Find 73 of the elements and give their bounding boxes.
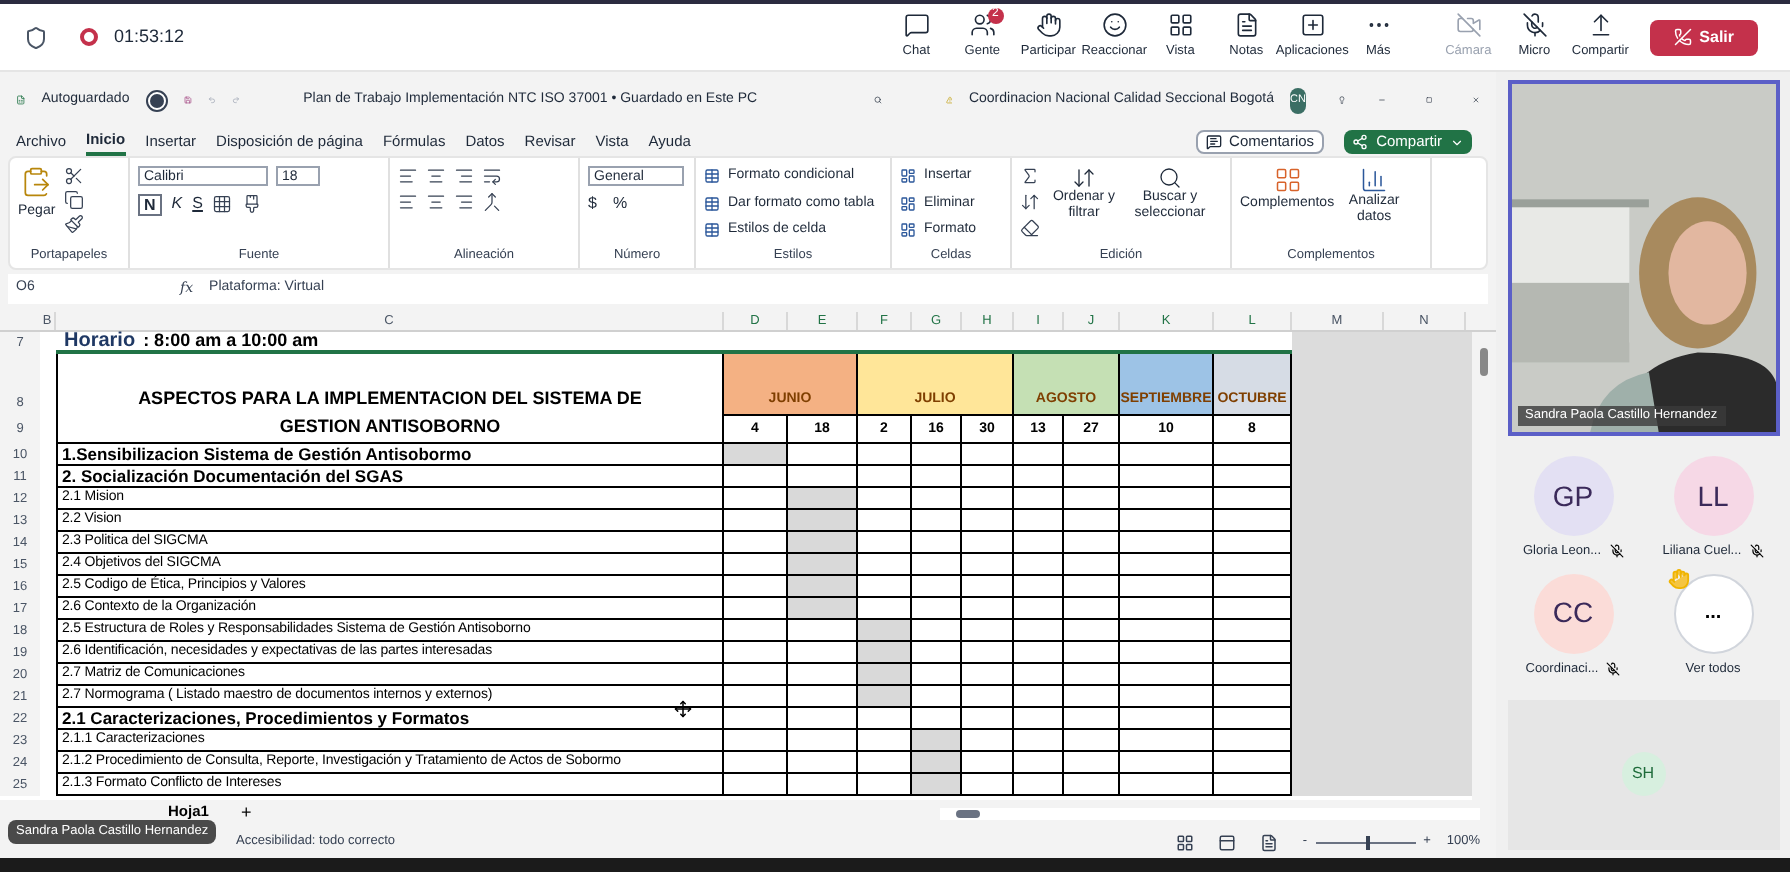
share-screen-icon — [1587, 12, 1614, 39]
participant-avatar[interactable]: GP — [1533, 456, 1613, 536]
sum-icon[interactable] — [1020, 166, 1040, 186]
comment-icon — [1205, 134, 1222, 150]
merge-icon[interactable] — [482, 192, 502, 212]
cells-icon — [900, 168, 916, 185]
restore-icon[interactable] — [1425, 92, 1432, 108]
participant-avatar[interactable]: LL — [1673, 456, 1753, 536]
notes-icon — [1233, 12, 1260, 39]
align-icon[interactable] — [454, 166, 474, 186]
align-icon[interactable] — [398, 166, 418, 186]
fill-color-icon[interactable] — [242, 194, 263, 214]
chat-icon — [903, 12, 930, 39]
align-icon[interactable] — [454, 192, 474, 212]
horizontal-scrollbar[interactable] — [940, 807, 1480, 819]
people-icon — [969, 12, 996, 39]
underline-button[interactable]: S — [192, 192, 203, 216]
chevron-down-icon — [1450, 135, 1464, 149]
table-cell: 1.Sensibilizacion Sistema de Gestión Antisobormo — [56, 444, 724, 466]
table-cell: 2.1 Caracterizaciones, Procedimientos y Formatos — [56, 708, 724, 730]
move-cursor-icon — [674, 700, 692, 718]
schedule-label: Horario — [64, 328, 136, 356]
page-break-icon[interactable] — [1260, 833, 1279, 851]
italic-button[interactable]: K — [171, 192, 183, 216]
warning-icon — [945, 90, 953, 110]
hand-icon — [1035, 12, 1062, 39]
grid-icon — [1273, 166, 1302, 194]
page-layout-icon[interactable] — [1218, 833, 1237, 851]
bold-button[interactable]: N — [138, 193, 162, 215]
fill-icon[interactable] — [1020, 192, 1040, 212]
record-icon — [80, 28, 98, 46]
plus-square-icon — [1299, 12, 1326, 39]
share-icon — [1352, 134, 1369, 150]
mic-off-icon — [1521, 12, 1548, 39]
leave-button[interactable]: Salir — [1649, 19, 1758, 55]
grid-icon — [1167, 12, 1194, 39]
autosave-toggle[interactable] — [145, 89, 168, 111]
add-sheet-button[interactable]: + — [240, 799, 252, 827]
search-icon — [1158, 166, 1182, 190]
cells-icon — [900, 222, 916, 239]
table-icon — [704, 222, 720, 239]
shield-icon — [24, 25, 48, 49]
copy-icon[interactable] — [63, 190, 84, 210]
border-icon[interactable] — [212, 194, 233, 214]
cut-icon[interactable] — [63, 166, 84, 186]
self-avatar: SH — [1621, 752, 1665, 796]
meeting-timer: 01:53:12 — [114, 23, 185, 50]
table-cell: 2. Socialización Documentación del SGAS — [56, 466, 724, 488]
currency-button[interactable]: $ — [588, 192, 597, 216]
participant-avatar[interactable]: CC — [1533, 573, 1613, 654]
align-icon[interactable] — [426, 192, 446, 212]
phone-icon — [1673, 28, 1692, 46]
table-icon — [704, 195, 720, 212]
schedule-time: : 8:00 am a 10:00 am — [143, 327, 319, 354]
format-painter-icon[interactable] — [63, 214, 84, 234]
clipboard-icon — [20, 166, 53, 198]
normal-view-icon[interactable] — [1176, 833, 1195, 851]
more-participants-button[interactable]: ... — [1673, 573, 1753, 654]
sort-icon — [1072, 166, 1096, 190]
camera-off-icon — [1455, 12, 1482, 39]
table-heading: ASPECTOS PARA LA IMPLEMENTACION DEL SISTEMA DE GESTION ANTISOBORNO — [56, 354, 724, 444]
cells-icon — [900, 195, 916, 212]
table-icon — [704, 168, 720, 185]
percent-button[interactable]: % — [612, 192, 628, 216]
zoom-slider-thumb[interactable] — [1365, 835, 1370, 849]
smiley-icon — [1101, 12, 1128, 39]
chart-icon — [1360, 166, 1389, 194]
scrollbar-thumb[interactable] — [1480, 348, 1488, 376]
wrap-text-icon[interactable] — [482, 166, 502, 186]
eraser-icon[interactable] — [1020, 218, 1040, 238]
align-icon[interactable] — [426, 166, 446, 186]
scrollbar-thumb[interactable] — [956, 809, 980, 817]
align-icon[interactable] — [398, 192, 418, 212]
